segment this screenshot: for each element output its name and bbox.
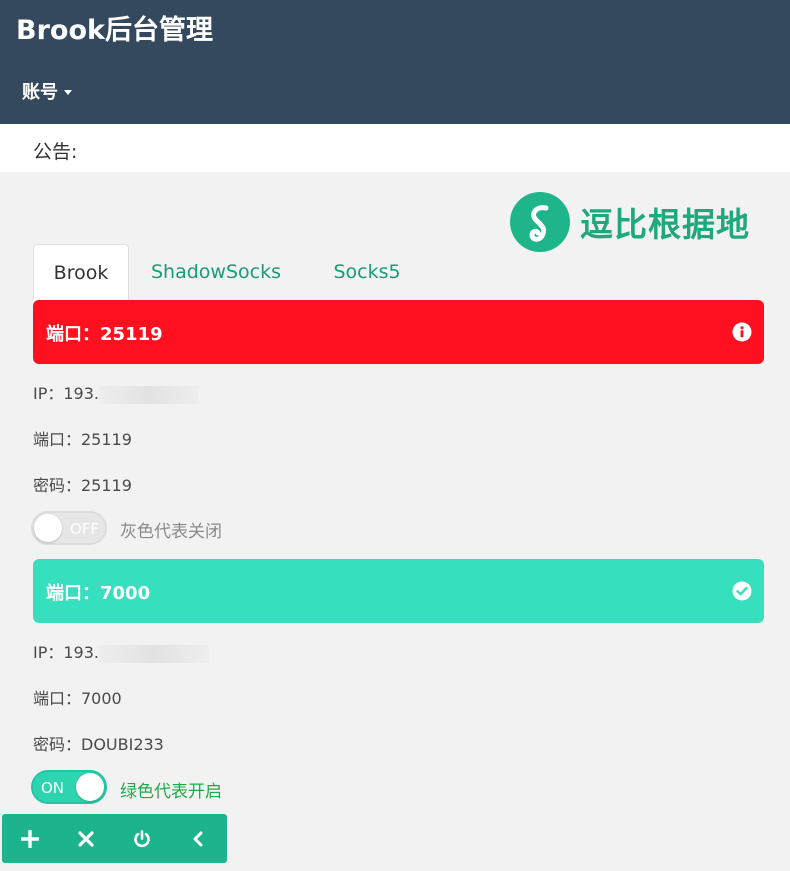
logo-text: 逗比根据地 bbox=[580, 205, 750, 244]
toggle-knob bbox=[34, 514, 62, 542]
close-icon bbox=[78, 830, 94, 847]
chevron-left-icon bbox=[193, 831, 203, 846]
tab-shadowsocks[interactable]: ShadowSocks bbox=[137, 244, 295, 300]
toggle-caption: 绿色代表开启 bbox=[120, 782, 222, 802]
app-title[interactable]: Brook后台管理 bbox=[16, 8, 213, 47]
notice-label: 公告: bbox=[33, 141, 78, 163]
ip-redaction bbox=[99, 385, 199, 404]
tab-brook[interactable]: Brook bbox=[33, 244, 129, 300]
port-entry-title: 端口：25119 bbox=[46, 324, 163, 345]
plus-icon bbox=[21, 829, 39, 848]
enable-toggle[interactable]: OFF bbox=[31, 511, 107, 545]
toggle-state-label: ON bbox=[41, 779, 65, 797]
toggle-state-label: OFF bbox=[69, 520, 99, 538]
logo-emblem-icon bbox=[510, 192, 570, 252]
delete-button[interactable] bbox=[58, 814, 114, 863]
ip-line: IP：193. bbox=[33, 380, 199, 404]
action-toolbar bbox=[2, 814, 227, 863]
info-icon bbox=[732, 322, 752, 342]
enable-toggle[interactable]: ON bbox=[31, 770, 107, 804]
ip-value: IP：193. bbox=[33, 643, 99, 662]
ip-redaction bbox=[99, 644, 209, 663]
port-entry-title: 端口：7000 bbox=[46, 583, 151, 604]
add-button[interactable] bbox=[2, 814, 58, 863]
tab-socks5[interactable]: Socks5 bbox=[311, 244, 423, 300]
check-circle-icon bbox=[732, 581, 752, 601]
protocol-tabs: Brook ShadowSocks Socks5 bbox=[33, 244, 764, 300]
ip-value: IP：193. bbox=[33, 384, 99, 403]
toggle-caption: 灰色代表关闭 bbox=[120, 522, 222, 542]
password-line: 密码：25119 bbox=[33, 476, 132, 495]
back-button[interactable] bbox=[170, 814, 226, 863]
port-line: 端口：25119 bbox=[33, 430, 132, 449]
site-logo: 逗比根据地 bbox=[510, 192, 750, 252]
account-dropdown-label: 账号 bbox=[22, 82, 58, 103]
port-entry-header[interactable]: 端口：7000 bbox=[33, 559, 764, 623]
power-button[interactable] bbox=[114, 814, 170, 863]
account-dropdown[interactable]: 账号 bbox=[22, 78, 72, 104]
password-line: 密码：DOUBI233 bbox=[33, 735, 164, 754]
power-icon bbox=[134, 829, 150, 847]
notice-bar bbox=[0, 124, 790, 172]
port-line: 端口：7000 bbox=[33, 689, 122, 708]
toggle-knob bbox=[76, 773, 104, 801]
port-entry-header[interactable]: 端口：25119 bbox=[33, 300, 764, 364]
ip-line: IP：193. bbox=[33, 639, 209, 663]
caret-down-icon bbox=[64, 89, 72, 95]
